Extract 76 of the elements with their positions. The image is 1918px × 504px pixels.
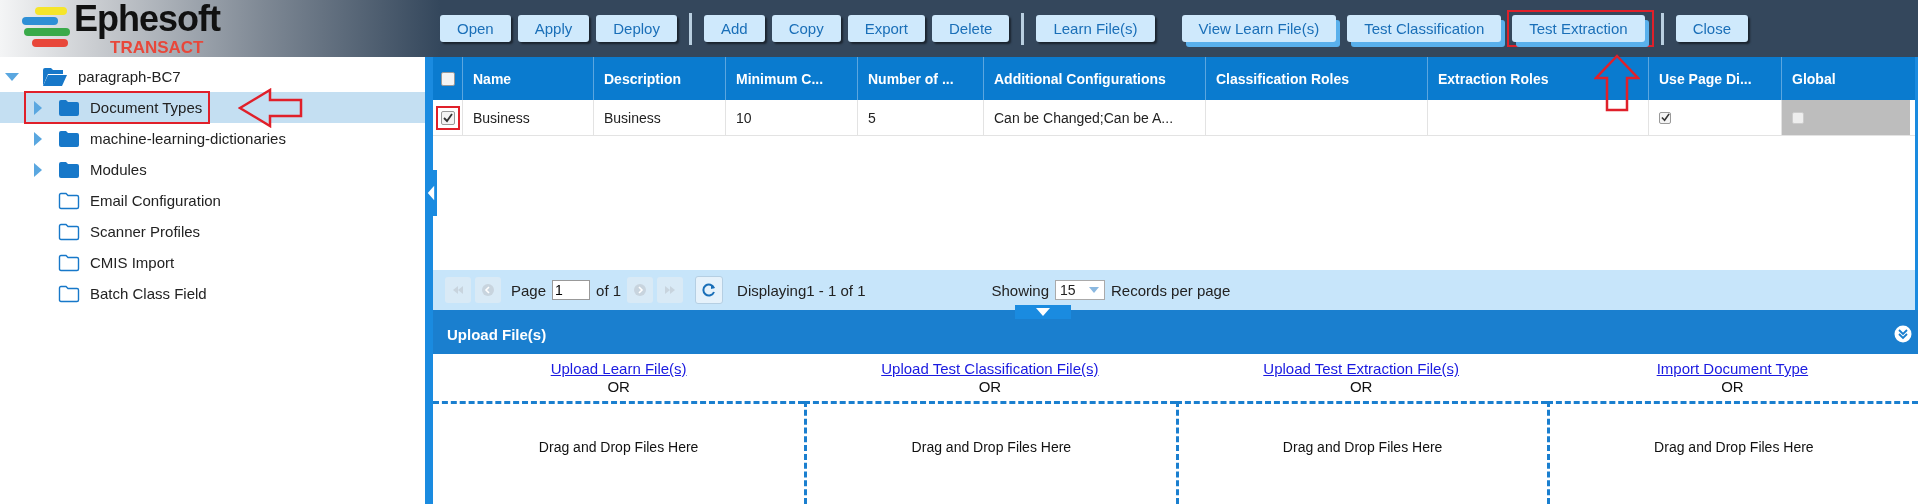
caret-icon[interactable] (1035, 307, 1051, 317)
drop-zone[interactable]: Drag and Drop Files Here (1175, 401, 1547, 504)
folder-icon (58, 129, 80, 148)
tree-label[interactable]: Batch Class Field (90, 285, 207, 302)
tree-row[interactable]: Scanner Profiles (0, 216, 425, 247)
tree-label[interactable]: Modules (90, 161, 147, 178)
page-label: Page (511, 281, 547, 299)
tree-label[interactable]: Scanner Profiles (90, 223, 201, 240)
column-header[interactable]: Use Page Di... (1648, 57, 1781, 100)
toolbar-button[interactable]: Export (847, 15, 926, 42)
collapse-tab[interactable] (1015, 305, 1071, 319)
drop-zone[interactable]: Drag and Drop Files Here (1546, 401, 1918, 504)
display-info: Displaying1 - 1 of 1 (737, 281, 866, 299)
collapse-icon[interactable] (1894, 325, 1912, 343)
toolbar-button[interactable]: Deploy (596, 15, 677, 42)
folder-icon (58, 98, 80, 117)
table-cell: Can be Changed;Can be A... (983, 100, 1205, 135)
folder-icon (42, 66, 68, 87)
toolbar-button[interactable]: Close (1675, 15, 1748, 42)
upload-link[interactable]: Import Document Type (1656, 360, 1809, 377)
tree-row[interactable]: CMIS Import (0, 247, 425, 278)
toolbar-button[interactable]: Open (440, 15, 511, 42)
annotation-arrow (238, 88, 304, 128)
tree-item[interactable]: paragraph-BC7 (78, 68, 181, 85)
drop-zone[interactable]: Drag and Drop Files Here (433, 401, 805, 504)
drop-zone[interactable]: Drag and Drop Files Here (804, 401, 1176, 504)
tree-row[interactable]: Batch Class Field (0, 278, 425, 309)
tree-row[interactable]: Modules (0, 154, 425, 185)
column-header[interactable]: Description (593, 57, 725, 100)
records-label: Records per page (1111, 281, 1231, 299)
tree-label[interactable]: machine-learning-dictionaries (90, 130, 286, 147)
caret-icon[interactable] (427, 184, 435, 202)
folder-outline-icon (58, 253, 80, 272)
or-label: OR (607, 378, 630, 395)
logo-name: Ephesoft (74, 0, 220, 38)
or-label: OR (978, 378, 1002, 395)
page-size-select[interactable]: 15 (1055, 280, 1106, 300)
or-label: OR (1721, 378, 1744, 395)
toolbar-button[interactable]: Apply (517, 15, 590, 42)
tree-label[interactable]: CMIS Import (90, 254, 175, 271)
annotation-arrow (1594, 54, 1641, 112)
tree-label[interactable]: Email Configuration (90, 192, 221, 209)
logo-product: TRANSACT (110, 38, 204, 57)
folder-outline-icon (58, 191, 80, 210)
toolbar-button[interactable]: Copy (771, 15, 841, 42)
page-input[interactable]: 1 (552, 280, 591, 300)
toolbar-button[interactable]: Add (703, 15, 765, 42)
caret-icon[interactable] (1088, 286, 1101, 294)
column-header[interactable]: Additional Configurations (983, 57, 1205, 100)
table-cell: 10 (725, 100, 857, 135)
tree-row[interactable]: machine-learning-dictionaries (0, 123, 425, 154)
upload-link[interactable]: Upload Test Classification File(s) (881, 360, 1099, 377)
table-cell: Business (462, 100, 593, 135)
toolbar-button[interactable]: Learn File(s) (1036, 15, 1155, 42)
upload-link[interactable]: Upload Learn File(s) (550, 360, 687, 377)
showing-label: Showing (991, 281, 1050, 299)
folder-outline-icon (58, 222, 80, 241)
table-cell: Business (593, 100, 725, 135)
column-header[interactable]: Classification Roles (1205, 57, 1427, 100)
toolbar-button[interactable]: Delete (932, 15, 1010, 42)
refresh-icon[interactable] (695, 276, 724, 304)
panel-title: Upload File(s) (447, 325, 547, 343)
checkbox[interactable] (440, 110, 455, 125)
folder-icon (58, 160, 80, 179)
column-header[interactable]: Number of ... (857, 57, 983, 100)
checkbox[interactable] (440, 71, 455, 86)
table-cell: 5 (857, 100, 983, 135)
column-header[interactable]: Minimum C... (725, 57, 857, 100)
upload-link[interactable]: Upload Test Extraction File(s) (1263, 360, 1459, 377)
page-count: of 1 (596, 281, 622, 299)
tree-row[interactable]: Email Configuration (0, 185, 425, 216)
column-header[interactable]: Extraction Roles (1427, 57, 1648, 100)
checkbox[interactable] (1659, 111, 1671, 124)
column-header[interactable]: Name (462, 57, 593, 100)
or-label: OR (1349, 378, 1373, 395)
folder-outline-icon (58, 284, 80, 303)
